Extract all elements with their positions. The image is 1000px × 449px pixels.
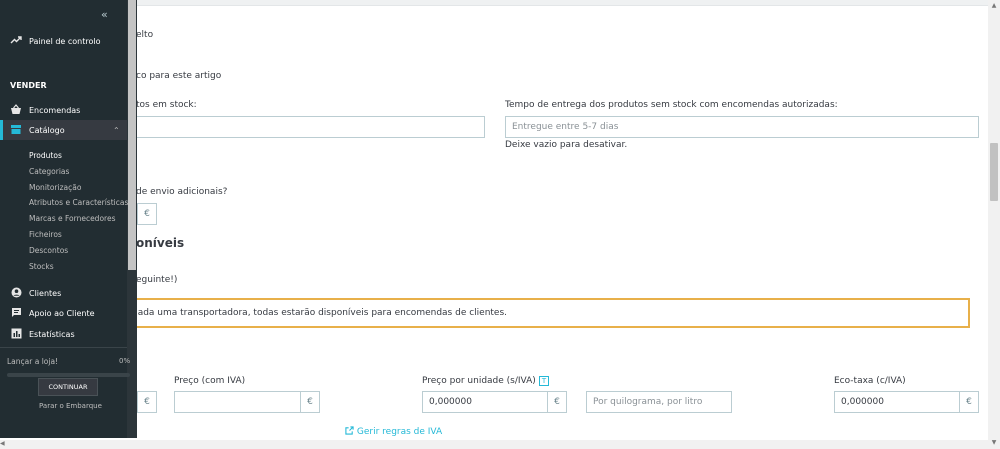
carrier-warning-alert: nada uma transportadora, todas estarão d… <box>120 298 970 328</box>
price-incl-currency-addon: € <box>300 391 320 413</box>
unit-price-currency-addon: € <box>547 391 567 413</box>
carriers-heading-fragment: oníveis <box>136 236 185 250</box>
chat-icon <box>10 307 22 319</box>
sidebar-item-support[interactable]: Apoio ao Cliente <box>0 303 127 323</box>
sidebar-sub-monitoring[interactable]: Monitorização <box>29 183 81 192</box>
active-indicator <box>0 120 3 140</box>
launch-shop-label: Lançar a loja! <box>7 357 59 366</box>
store-icon <box>10 124 22 136</box>
price-excl-currency-addon: € <box>137 391 157 413</box>
sidebar-label-orders: Encomendas <box>29 105 81 115</box>
sidebar-sub-discounts[interactable]: Descontos <box>29 246 68 255</box>
main-content: elto co para este artigo tos em stock: T… <box>0 0 988 449</box>
sidebar-sub-products[interactable]: Produtos <box>29 151 62 160</box>
unit-price-input[interactable] <box>422 391 548 413</box>
sidebar-item-dashboard[interactable]: Painel de controlo <box>0 31 127 51</box>
help-icon[interactable]: T <box>539 376 549 386</box>
ecotax-input[interactable] <box>834 391 960 413</box>
ecotax-label: Eco-taxa (c/IVA) <box>834 376 906 386</box>
ecotax-currency-addon: € <box>959 391 979 413</box>
account-circle-icon <box>10 287 22 299</box>
sidebar-scroll-thumb[interactable] <box>128 0 136 270</box>
sidebar-label-catalog: Catálogo <box>29 125 65 135</box>
scroll-left-arrow-icon[interactable]: ◀ <box>0 440 5 447</box>
tax-rules-link-label: Gerir regras de IVA <box>356 427 443 437</box>
tax-rules-link[interactable]: Gerir regras de IVA <box>345 426 442 437</box>
chevron-up-icon: ⌃ <box>113 125 120 135</box>
fragment-next: eguinte!) <box>136 275 178 285</box>
sidebar-sub-brands[interactable]: Marcas e Fornecedores <box>29 214 115 223</box>
sidebar-sub-attributes[interactable]: Atributos e Características <box>29 198 128 207</box>
horizontal-scrollbar[interactable]: ◀ <box>0 440 988 449</box>
alert-text: nada uma transportadora, todas estarão d… <box>132 308 508 318</box>
sidebar: « Painel de controlo VENDER Encomendas C… <box>0 0 137 438</box>
sidebar-label-support: Apoio ao Cliente <box>29 308 95 318</box>
shipping-currency-addon: € <box>137 203 157 225</box>
sidebar-sub-stocks[interactable]: Stocks <box>29 262 54 271</box>
fragment-shipping: de envio adicionais? <box>136 187 228 197</box>
vertical-scrollbar[interactable]: ▲ ▼ <box>988 0 1000 449</box>
shopping-basket-icon <box>10 104 22 116</box>
bar-chart-icon <box>10 328 22 340</box>
launch-progress-bar <box>7 373 130 377</box>
sidebar-item-stats[interactable]: Estatísticas <box>0 324 127 344</box>
scroll-thumb[interactable] <box>990 143 998 201</box>
top-strip <box>0 0 988 6</box>
sidebar-sub-files[interactable]: Ficheiros <box>29 230 62 239</box>
sidebar-divider <box>0 347 127 348</box>
sidebar-sub-categories[interactable]: Categorias <box>29 167 69 176</box>
scroll-down-arrow-icon[interactable]: ▼ <box>988 437 1000 449</box>
in-stock-label-input[interactable] <box>130 116 485 138</box>
price-incl-label: Preço (com IVA) <box>174 376 246 386</box>
collapse-sidebar-icon[interactable]: « <box>101 8 108 21</box>
stop-onboarding-link[interactable]: Parar o Embarque <box>39 402 102 410</box>
sidebar-label-customers: Clientes <box>29 288 62 298</box>
unit-input[interactable] <box>586 391 732 413</box>
sidebar-label-stats: Estatísticas <box>29 329 75 339</box>
delivery-time-label: Tempo de entrega dos produtos sem stock … <box>505 100 838 110</box>
price-incl-input[interactable] <box>174 391 301 413</box>
sidebar-item-orders[interactable]: Encomendas <box>0 100 127 120</box>
trending-up-icon <box>10 35 22 47</box>
delivery-time-input[interactable] <box>505 116 979 138</box>
delivery-time-help: Deixe vazio para desativar. <box>505 140 628 150</box>
fragment-product: elto <box>136 30 154 40</box>
fragment-in-stock: tos em stock: <box>136 100 197 110</box>
fragment-for-item: co para este artigo <box>136 71 222 81</box>
continue-button[interactable]: CONTINUAR <box>38 378 98 396</box>
sidebar-label-dashboard: Painel de controlo <box>29 36 101 46</box>
sidebar-item-customers[interactable]: Clientes <box>0 283 127 303</box>
launch-progress-percent: 0% <box>119 357 131 365</box>
unit-price-label: Preço por unidade (s/IVA) <box>422 376 536 386</box>
scroll-up-arrow-icon[interactable]: ▲ <box>988 0 1000 12</box>
section-sell-heading: VENDER <box>10 81 47 90</box>
app-window: elto co para este artigo tos em stock: T… <box>0 0 1000 449</box>
product-form-panel: elto co para este artigo tos em stock: T… <box>0 0 988 449</box>
external-link-icon <box>345 426 357 437</box>
sidebar-item-catalog[interactable]: Catálogo ⌃ <box>0 120 127 140</box>
